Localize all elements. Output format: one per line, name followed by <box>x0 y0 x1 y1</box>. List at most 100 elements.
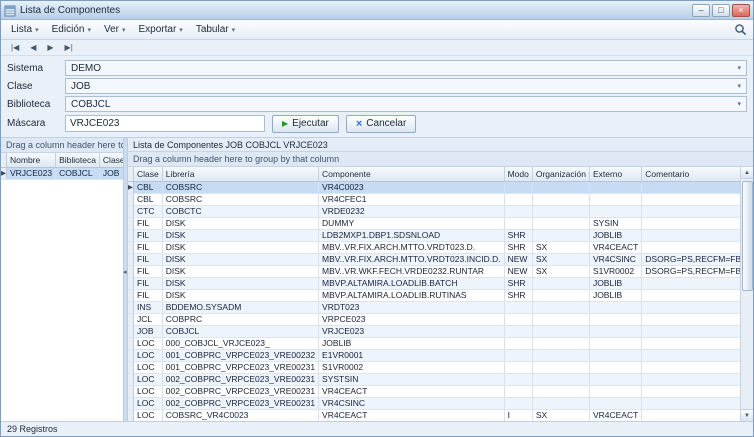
cell[interactable]: E1VR0001 <box>319 349 505 361</box>
cell[interactable]: FIL <box>134 265 163 277</box>
cell[interactable] <box>504 325 532 337</box>
cell[interactable]: SHR <box>504 289 532 301</box>
cell[interactable]: S1VR0002 <box>319 361 505 373</box>
sistema-select[interactable]: DEMO▾ <box>65 60 747 76</box>
cell[interactable] <box>532 181 589 193</box>
cell[interactable]: NEW <box>504 253 532 265</box>
cell[interactable] <box>504 397 532 409</box>
cell[interactable]: 002_COBPRC_VRPCE023_VRE00231 <box>162 373 318 385</box>
cell[interactable]: MBV..VR.WKF.FECH.VRDE0232.RUNTAR <box>319 265 505 277</box>
cell[interactable] <box>532 301 589 313</box>
menu-lista[interactable]: Lista▾ <box>5 22 46 37</box>
cell[interactable] <box>642 277 740 289</box>
cell[interactable]: LDB2MXP1.DBP1.SDSNLOAD <box>319 229 505 241</box>
cell[interactable] <box>642 349 740 361</box>
column-header[interactable]: Externo <box>589 167 641 181</box>
table-row[interactable]: INSBDDEMO.SYSADMVRDT023DEMO <box>128 301 740 313</box>
column-header[interactable]: Componente <box>319 167 505 181</box>
table-row[interactable]: JCLCOBPRCVRPCE023✓DEMO <box>128 313 740 325</box>
cell[interactable]: FIL <box>134 217 163 229</box>
cell[interactable]: DISK <box>162 217 318 229</box>
cell[interactable] <box>589 385 641 397</box>
cell[interactable]: 002_COBPRC_VRPCE023_VRE00231 <box>162 397 318 409</box>
cell[interactable] <box>642 373 740 385</box>
cell[interactable]: SHR <box>504 241 532 253</box>
cell[interactable] <box>532 193 589 205</box>
cell[interactable]: JOBLIB <box>319 337 505 349</box>
cell[interactable]: NEW <box>504 265 532 277</box>
column-header[interactable]: Comentario <box>642 167 740 181</box>
table-row[interactable]: FILDISKLDB2MXP1.DBP1.SDSNLOADSHRJOBLIB✓D… <box>128 229 740 241</box>
cell[interactable] <box>589 205 641 217</box>
cell[interactable] <box>504 217 532 229</box>
cell[interactable] <box>642 325 740 337</box>
cell[interactable]: LOC <box>134 397 163 409</box>
cell[interactable]: DUMMY <box>319 217 505 229</box>
table-row[interactable]: FILDISKMBV..VR.FIX.ARCH.MTTO.VRDT023.INC… <box>128 253 740 265</box>
cell[interactable]: JCL <box>134 313 163 325</box>
cell[interactable] <box>532 289 589 301</box>
column-header[interactable]: Librería <box>162 167 318 181</box>
cell[interactable] <box>589 349 641 361</box>
cell[interactable] <box>642 181 740 193</box>
column-header[interactable]: Organización <box>532 167 589 181</box>
cell[interactable] <box>504 301 532 313</box>
table-row[interactable]: LOC002_COBPRC_VRPCE023_VRE00231VR4CEACT✓… <box>128 385 740 397</box>
cell[interactable] <box>532 373 589 385</box>
cell[interactable] <box>504 361 532 373</box>
cell[interactable]: JOB <box>99 167 123 179</box>
table-row[interactable]: FILDISKMBV..VR.WKF.FECH.VRDE0232.RUNTARN… <box>128 265 740 277</box>
biblioteca-select[interactable]: COBJCL▾ <box>65 96 747 112</box>
cell[interactable]: CBL <box>134 181 163 193</box>
cell[interactable]: VR4CSINC <box>319 397 505 409</box>
cell[interactable]: FIL <box>134 229 163 241</box>
cell[interactable]: S1VR0002 <box>589 265 641 277</box>
scroll-down-icon[interactable]: ▼ <box>741 409 753 421</box>
cell[interactable] <box>589 373 641 385</box>
cell[interactable]: SYSTSIN <box>319 373 505 385</box>
cell[interactable] <box>642 241 740 253</box>
cell[interactable]: COBJCL <box>162 325 318 337</box>
cell[interactable]: LOC <box>134 337 163 349</box>
cell[interactable]: FIL <box>134 253 163 265</box>
cell[interactable] <box>642 361 740 373</box>
menu-ver[interactable]: Ver▾ <box>98 22 133 37</box>
mascara-input[interactable] <box>65 115 265 132</box>
cell[interactable] <box>642 193 740 205</box>
cell[interactable]: JOBLIB <box>589 229 641 241</box>
column-header[interactable]: Modo <box>504 167 532 181</box>
scroll-up-icon[interactable]: ▲ <box>741 167 753 179</box>
cell[interactable] <box>532 325 589 337</box>
cell[interactable] <box>642 205 740 217</box>
cell[interactable] <box>532 277 589 289</box>
column-header[interactable]: Nombre <box>7 153 56 167</box>
cell[interactable]: DISK <box>162 241 318 253</box>
cell[interactable] <box>532 337 589 349</box>
cell[interactable]: FIL <box>134 289 163 301</box>
cell[interactable] <box>504 349 532 361</box>
nav-last-icon[interactable]: ▶| <box>60 41 78 54</box>
cell[interactable]: DISK <box>162 277 318 289</box>
table-row[interactable]: FILDISKMBV..VR.FIX.ARCH.MTTO.VRDT023.D.S… <box>128 241 740 253</box>
cell[interactable]: 002_COBPRC_VRPCE023_VRE00231 <box>162 385 318 397</box>
table-row[interactable]: LOC002_COBPRC_VRPCE023_VRE00231SYSTSIN✓D… <box>128 373 740 385</box>
cell[interactable]: MBV..VR.FIX.ARCH.MTTO.VRDT023.D. <box>319 241 505 253</box>
cell[interactable]: DSORG=PS,RECFM=FB,LRECL=61,BLKSIZE=0 <box>642 253 740 265</box>
cell[interactable] <box>504 385 532 397</box>
clase-select[interactable]: JOB▾ <box>65 78 747 94</box>
right-group-by-hint[interactable]: Drag a column header here to group by th… <box>128 152 753 167</box>
cell[interactable]: FIL <box>134 241 163 253</box>
table-row[interactable]: LOC001_COBPRC_VRPCE023_VRE00231S1VR0002✓… <box>128 361 740 373</box>
cell[interactable]: SX <box>532 253 589 265</box>
cell[interactable]: INS <box>134 301 163 313</box>
cell[interactable]: SX <box>532 409 589 421</box>
table-row[interactable]: LOC001_COBPRC_VRPCE023_VRE00232E1VR0001✓… <box>128 349 740 361</box>
cell[interactable]: VR4CEACT <box>319 409 505 421</box>
cell[interactable]: CBL <box>134 193 163 205</box>
cell[interactable] <box>589 361 641 373</box>
cell[interactable]: DISK <box>162 229 318 241</box>
cell[interactable] <box>589 313 641 325</box>
cell[interactable] <box>532 205 589 217</box>
cell[interactable]: VR4CFEC1 <box>319 193 505 205</box>
cell[interactable]: VRDT023 <box>319 301 505 313</box>
